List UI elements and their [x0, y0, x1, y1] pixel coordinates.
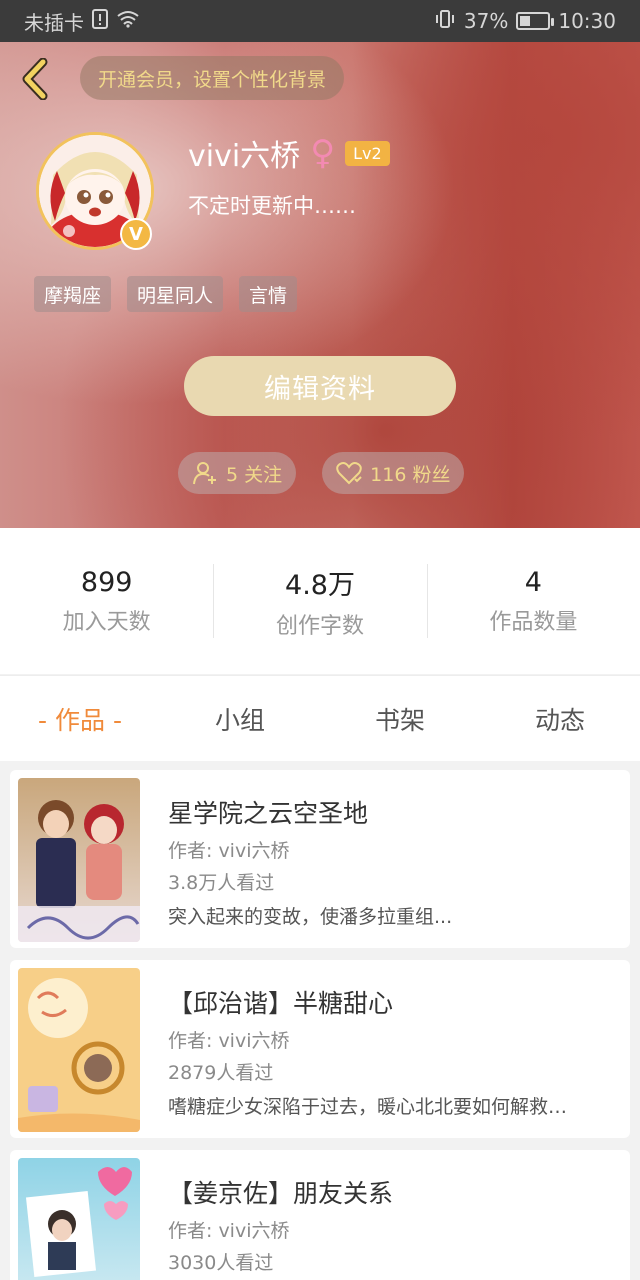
tag[interactable]: 摩羯座 [34, 276, 112, 312]
user-add-icon [193, 462, 216, 485]
work-views: 3.8万人看过 [168, 872, 275, 894]
battery-icon [516, 12, 555, 30]
tab-activity[interactable]: 动态 [480, 701, 640, 737]
work-title: 星学院之云空圣地 [168, 799, 369, 828]
work-card[interactable]: 【邱治谐】半糖甜心 作者: vivi六桥 2879人看过 嗜糖症少女深陷于过去，… [10, 960, 630, 1138]
work-author: 作者: vivi六桥 [168, 840, 290, 862]
tab-works[interactable]: - 作品 - [0, 701, 160, 737]
vibrate-icon [434, 9, 456, 34]
work-cover [18, 968, 140, 1132]
followers-label: 116 粉丝 [370, 463, 451, 486]
stats-panel: 899 加入天数 4.8万 创作字数 4 作品数量 [0, 528, 640, 674]
female-icon: ♀ [310, 133, 336, 173]
work-title: 【邱治谐】半糖甜心 [168, 989, 394, 1018]
followers-button[interactable]: 116 粉丝 [322, 452, 465, 494]
work-card[interactable]: 星学院之云空圣地 作者: vivi六桥 3.8万人看过 突入起来的变故，使潘多拉… [10, 770, 630, 948]
work-cover [18, 778, 140, 942]
stat-value: 4.8万 [285, 569, 355, 601]
wifi-icon [116, 10, 140, 33]
tag[interactable]: 明星同人 [127, 276, 224, 312]
work-description: 嗜糖症少女深陷于过去，暖心北北要如何解救… [168, 1096, 568, 1118]
work-views: 2879人看过 [168, 1062, 274, 1084]
work-title: 【姜京佐】朋友关系 [168, 1179, 394, 1208]
tag-list: 摩羯座 明星同人 言情 [34, 276, 298, 312]
level-badge: Lv2 [345, 140, 390, 166]
carrier-label: 未插卡 [24, 10, 84, 35]
stat-label: 创作字数 [275, 613, 364, 639]
tag[interactable]: 言情 [239, 276, 298, 312]
stat-value: 899 [80, 566, 133, 598]
following-button[interactable]: 5 关注 [178, 452, 297, 494]
stat-works: 4 作品数量 [426, 562, 640, 640]
stat-label: 作品数量 [489, 609, 578, 635]
work-author: 作者: vivi六桥 [168, 1030, 290, 1052]
work-author: 作者: vivi六桥 [168, 1220, 290, 1242]
tab-bookshelf[interactable]: 书架 [320, 701, 480, 737]
work-card[interactable]: 【姜京佐】朋友关系 作者: vivi六桥 3030人看过 [10, 1150, 630, 1280]
work-description: 突入起来的变故，使潘多拉重组... [168, 906, 453, 928]
heart-icon [336, 462, 362, 485]
tab-groups[interactable]: 小组 [160, 701, 320, 737]
username-row: vivi六桥 ♀ Lv2 [188, 133, 390, 174]
stat-label: 加入天数 [62, 609, 151, 635]
edit-profile-button[interactable]: 编辑资料 [184, 356, 456, 416]
clock: 10:30 [558, 9, 616, 33]
signature: 不定时更新中…… [188, 194, 356, 218]
vip-promo-button[interactable]: 开通会员，设置个性化背景 [80, 56, 345, 100]
work-cover [18, 1158, 140, 1280]
username: vivi六桥 [188, 139, 301, 174]
back-button[interactable] [14, 58, 54, 100]
works-list: 星学院之云空圣地 作者: vivi六桥 3.8万人看过 突入起来的变故，使潘多拉… [10, 770, 630, 1280]
status-bar: 未插卡 37% 10:30 [0, 0, 640, 42]
verified-badge: V [120, 218, 152, 250]
sim-alert-icon [92, 8, 108, 34]
work-views: 3030人看过 [168, 1252, 274, 1274]
stat-words: 4.8万 创作字数 [213, 562, 426, 640]
stat-days: 899 加入天数 [0, 562, 213, 640]
stat-value: 4 [524, 566, 542, 598]
profile-tabs: - 作品 - 小组 书架 动态 [0, 675, 640, 761]
battery-percent: 37% [463, 9, 509, 33]
follow-row: 5 关注 116 粉丝 [178, 452, 465, 494]
chevron-left-icon [22, 58, 48, 100]
profile-header: 开通会员，设置个性化背景 V vivi六桥 ♀ Lv2 不定时更新中…… 摩羯座… [0, 42, 640, 528]
following-label: 5 关注 [226, 463, 283, 486]
